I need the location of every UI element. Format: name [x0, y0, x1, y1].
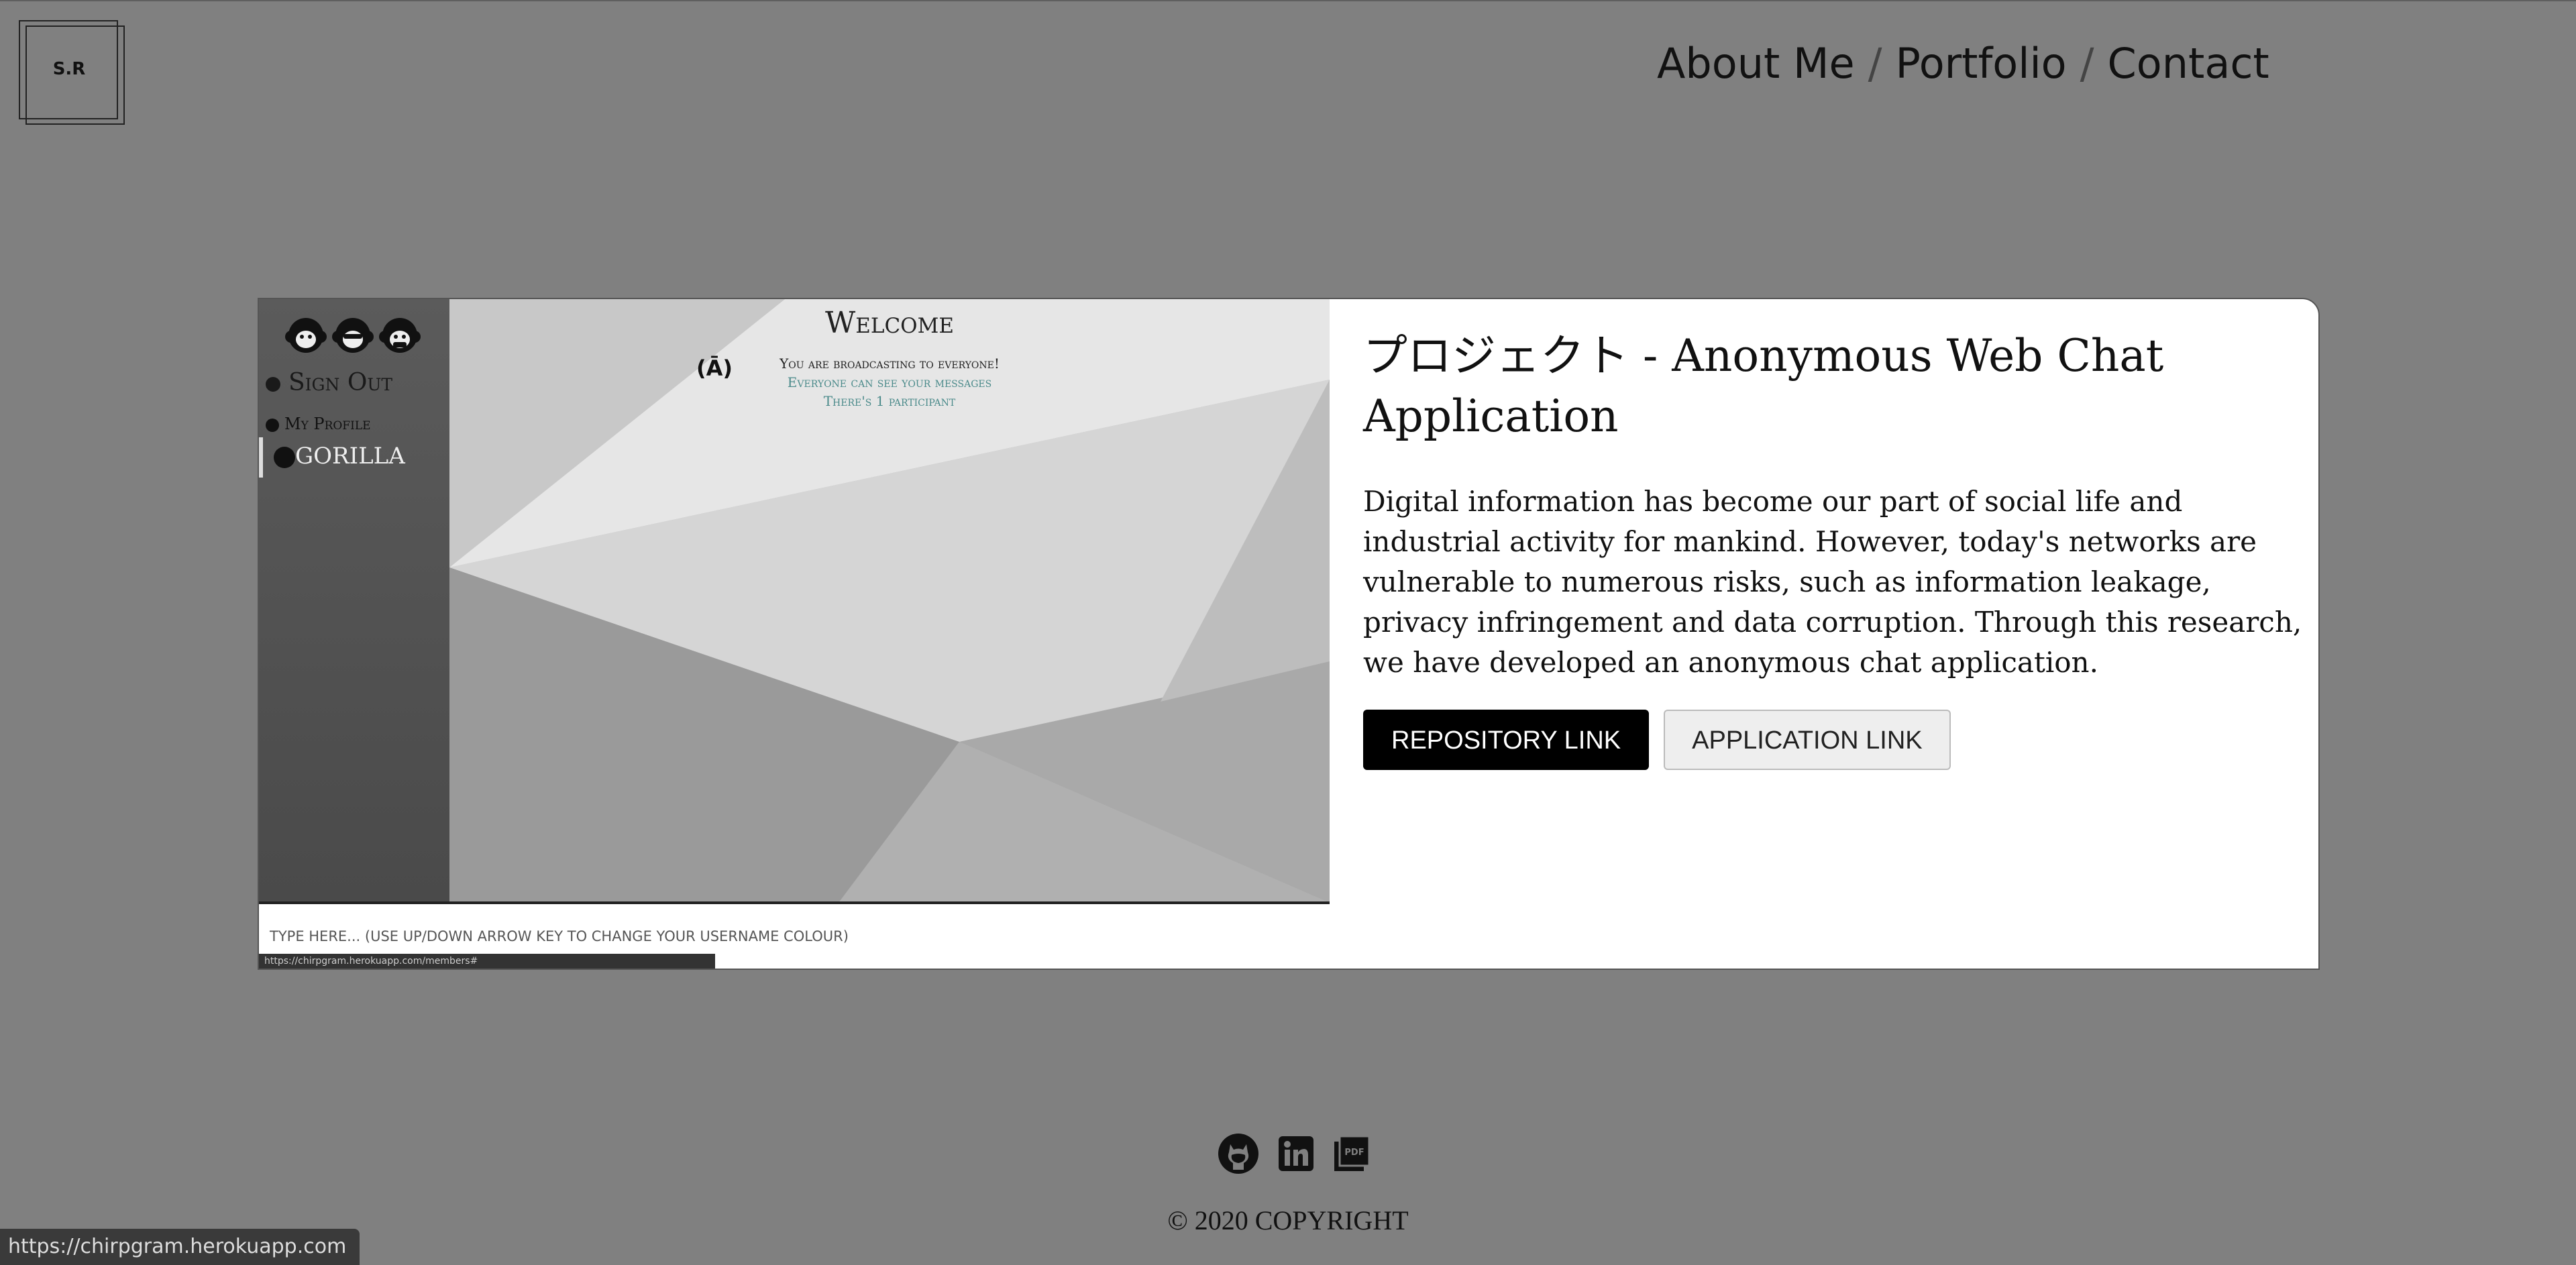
social-links: PDF [1217, 1132, 1385, 1175]
three-monkeys-logo [285, 318, 421, 353]
project-title: プロジェクト - Anonymous Web Chat Application [1363, 330, 2164, 442]
repository-link-button[interactable]: REPOSITORY LINK [1363, 710, 1650, 770]
active-indicator [259, 437, 263, 478]
application-link-button[interactable]: APPLICATION LINK [1664, 710, 1951, 770]
nav-separator: / [2080, 39, 2094, 88]
pdf-icon[interactable]: PDF [1333, 1135, 1371, 1176]
nav-contact-link[interactable]: Contact [2108, 39, 2269, 88]
github-icon[interactable] [1217, 1132, 1260, 1178]
copyright-text: © 2020 COPYRIGHT [1167, 1205, 1409, 1235]
main-nav: About Me / Portfolio / Contact [1657, 39, 2269, 88]
participant-count: There's 1 participant [823, 393, 956, 409]
linkedin-icon[interactable] [1277, 1135, 1315, 1176]
broadcast-visibility: Everyone can see your messages [787, 374, 992, 390]
project-screenshot: Sign Out My Profile GORILLA Welcome (Ā) … [259, 299, 1330, 969]
user-list-item[interactable]: GORILLA [259, 437, 449, 478]
welcome-heading: Welcome [825, 306, 954, 340]
project-description: Digital information has become our part … [1363, 485, 2302, 679]
preview-status-url: https://chirpgram.herokuapp.com/members# [259, 954, 715, 969]
message-input: TYPE HERE... (USE UP/DOWN ARROW KEY TO C… [259, 901, 1330, 969]
user-circle-icon [266, 418, 279, 432]
top-border [0, 0, 2576, 1]
sign-out-label: Sign Out [288, 369, 393, 396]
nav-portfolio-link[interactable]: Portfolio [1896, 39, 2067, 88]
sign-out-icon [266, 377, 280, 392]
project-info: プロジェクト - Anonymous Web Chat Application … [1363, 326, 2316, 770]
gorilla-avatar-icon [274, 447, 295, 468]
broadcast-status: You are broadcasting to everyone! [780, 355, 1000, 372]
preview-sidebar: Sign Out My Profile GORILLA [259, 299, 449, 903]
sign-out-link[interactable]: Sign Out [266, 369, 392, 396]
logo-text: S.R [52, 59, 86, 79]
site-logo[interactable]: S.R [19, 20, 125, 125]
project-links: REPOSITORY LINK APPLICATION LINK [1363, 710, 2316, 770]
message-placeholder: TYPE HERE... (USE UP/DOWN ARROW KEY TO C… [270, 928, 849, 944]
svg-text:PDF: PDF [1344, 1148, 1364, 1158]
nav-separator: / [1868, 39, 1882, 88]
nav-about-link[interactable]: About Me [1657, 39, 1855, 88]
user-name: GORILLA [295, 443, 405, 470]
my-profile-link[interactable]: My Profile [266, 415, 371, 433]
my-profile-label: My Profile [284, 415, 371, 433]
project-card: Sign Out My Profile GORILLA Welcome (Ā) … [258, 298, 2320, 970]
browser-status-url: https://chirpgram.herokuapp.com [0, 1229, 360, 1265]
